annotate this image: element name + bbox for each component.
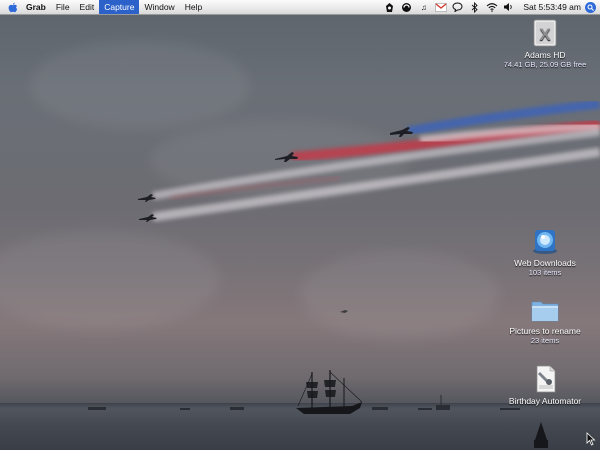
menubar-clock[interactable]: Sat 5:53:49 am [523, 2, 581, 12]
gmail-icon[interactable] [435, 1, 447, 13]
menu-help[interactable]: Help [180, 0, 207, 14]
desktop-icon-web-downloads[interactable]: Web Downloads 103 items [490, 226, 600, 278]
desktop-icon-info: 23 items [530, 336, 560, 345]
menu-file[interactable]: File [51, 0, 75, 14]
menu-window[interactable]: Window [139, 0, 179, 14]
buoy [534, 422, 548, 448]
desktop-icon-label: Adams HD [524, 50, 566, 60]
time-machine-icon[interactable] [384, 1, 396, 13]
desktop-icon-pictures-to-rename[interactable]: Pictures to rename 23 items [490, 294, 600, 346]
folder-icon [530, 294, 560, 324]
desktop-icon-label: Birthday Automator [508, 396, 582, 406]
desktop-icon-label: Pictures to rename [509, 326, 581, 336]
status-menus: ♫ Sat 5:53:49 am [381, 0, 600, 14]
hard-drive-icon: X [530, 18, 560, 48]
desktop-icon-birthday-automator[interactable]: Birthday Automator [490, 364, 600, 406]
menu-app-grab[interactable]: Grab [20, 0, 51, 14]
desktop-icon-info: 74.41 GB, 25.09 GB free [503, 60, 587, 69]
bluetooth-icon[interactable] [469, 1, 481, 13]
spotlight-search-icon[interactable] [585, 1, 596, 13]
menu-capture[interactable]: Capture [99, 0, 140, 14]
chat-bubble-icon[interactable] [452, 1, 464, 13]
apple-menu-icon[interactable] [6, 0, 20, 14]
downloads-stack-icon [530, 226, 560, 256]
wifi-icon[interactable] [486, 1, 498, 13]
desktop-icon-label: Web Downloads [514, 258, 576, 268]
workflow-icon [530, 364, 560, 394]
music-note-icon[interactable]: ♫ [418, 1, 430, 13]
sync-icon[interactable] [401, 1, 413, 13]
volume-icon[interactable] [503, 1, 515, 13]
desktop-icon-adams-hd[interactable]: X Adams HD 74.41 GB, 25.09 GB free [490, 18, 600, 70]
mouse-pointer-icon [586, 432, 596, 446]
menu-edit[interactable]: Edit [75, 0, 100, 14]
menu-bar: Grab File Edit Capture Window Help ♫ Sat… [0, 0, 600, 15]
desktop-icon-info: 103 items [528, 268, 562, 277]
svg-text:X: X [539, 25, 551, 44]
